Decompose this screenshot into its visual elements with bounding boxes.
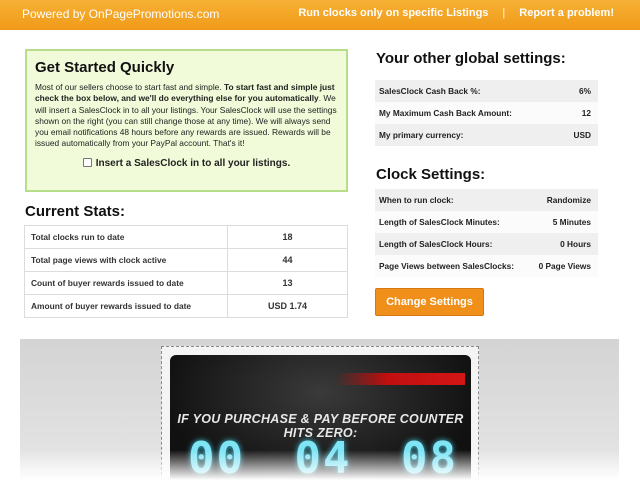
table-row: Total page views with clock active 44 xyxy=(24,248,348,272)
setting-value: 6% xyxy=(579,86,591,96)
description-part-1: Most of our sellers choose to start fast… xyxy=(35,82,224,92)
global-settings-title: Your other global settings: xyxy=(376,50,566,67)
setting-label: When to run clock: xyxy=(379,195,454,205)
clock-settings-list: When to run clock: Randomize Length of Sa… xyxy=(375,189,598,277)
setting-value: Randomize xyxy=(546,195,591,205)
stat-value: 13 xyxy=(227,271,348,295)
setting-label: My Maximum Cash Back Amount: xyxy=(379,108,512,118)
insert-clock-checkbox-row[interactable]: Insert a SalesClock in to all your listi… xyxy=(35,157,338,169)
list-item: My Maximum Cash Back Amount: 12 xyxy=(375,102,598,124)
change-settings-button[interactable]: Change Settings xyxy=(375,288,484,316)
list-item: When to run clock: Randomize xyxy=(375,189,598,211)
stat-value: 44 xyxy=(227,248,348,272)
setting-label: SalesClock Cash Back %: xyxy=(379,86,481,96)
current-stats-title: Current Stats: xyxy=(25,203,126,220)
bottom-fade xyxy=(20,450,619,480)
list-item: My primary currency: USD xyxy=(375,124,598,146)
global-settings-list: SalesClock Cash Back %: 6% My Maximum Cas… xyxy=(375,80,598,146)
current-stats-table: Total clocks run to date 18 Total page v… xyxy=(24,225,348,318)
setting-label: Length of SalesClock Hours: xyxy=(379,239,493,249)
insert-clock-checkbox[interactable] xyxy=(82,157,92,167)
list-item: Page Views between SalesClocks: 0 Page Vi… xyxy=(375,255,598,277)
setting-label: My primary currency: xyxy=(379,130,464,140)
setting-label: Length of SalesClock Minutes: xyxy=(379,217,500,227)
report-problem-link[interactable]: Report a problem! xyxy=(519,7,614,19)
stat-label: Total clocks run to date xyxy=(24,225,228,249)
brand-text: Powered by OnPagePromotions.com xyxy=(22,7,220,21)
list-item: Length of SalesClock Minutes: 5 Minutes xyxy=(375,211,598,233)
setting-value: 5 Minutes xyxy=(552,217,591,227)
top-links: Run clocks only on specific Listings | Rep… xyxy=(298,7,614,19)
red-accent-bar xyxy=(335,373,465,385)
setting-label: Page Views between SalesClocks: xyxy=(379,261,514,271)
setting-value: 12 xyxy=(581,108,591,118)
stat-label: Amount of buyer rewards issued to date xyxy=(24,294,228,318)
run-clocks-specific-listings-link[interactable]: Run clocks only on specific Listings xyxy=(298,7,488,19)
setting-value: USD xyxy=(573,130,591,140)
insert-clock-checkbox-label[interactable]: Insert a SalesClock in to all your listi… xyxy=(96,158,291,169)
stat-label: Total page views with clock active xyxy=(24,248,228,272)
get-started-title: Get Started Quickly xyxy=(35,59,175,76)
clock-settings-title: Clock Settings: xyxy=(376,166,486,183)
stat-value: 18 xyxy=(227,225,348,249)
list-item: Length of SalesClock Hours: 0 Hours xyxy=(375,233,598,255)
setting-value: 0 Hours xyxy=(560,239,591,249)
get-started-panel: Get Started Quickly Most of our sellers … xyxy=(25,49,348,192)
table-row: Amount of buyer rewards issued to date U… xyxy=(24,294,348,318)
top-bar: Powered by OnPagePromotions.com Run cloc… xyxy=(0,0,640,30)
link-separator: | xyxy=(502,7,506,19)
table-row: Count of buyer rewards issued to date 13 xyxy=(24,271,348,295)
stat-value: USD 1.74 xyxy=(227,294,348,318)
table-row: Total clocks run to date 18 xyxy=(24,225,348,249)
list-item: SalesClock Cash Back %: 6% xyxy=(375,80,598,102)
get-started-description: Most of our sellers choose to start fast… xyxy=(35,82,338,150)
stat-label: Count of buyer rewards issued to date xyxy=(24,271,228,295)
setting-value: 0 Page Views xyxy=(538,261,591,271)
